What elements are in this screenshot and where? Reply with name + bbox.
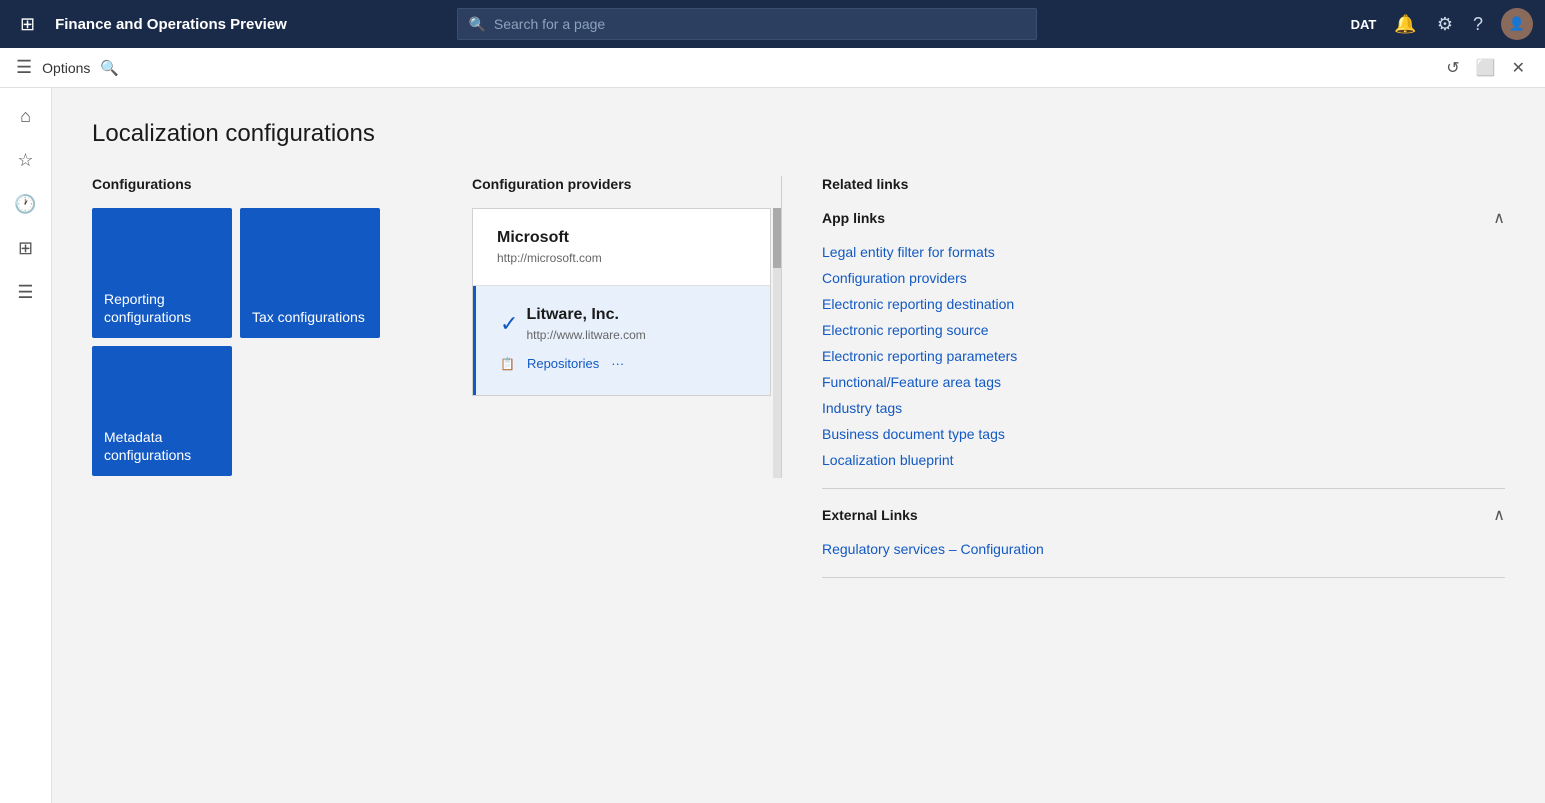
litware-active-row: ✓ Litware, Inc. http://www.litware.com xyxy=(500,306,746,342)
content-area: Localization configurations Configuratio… xyxy=(52,88,1545,803)
provider-microsoft[interactable]: Microsoft http://microsoft.com xyxy=(473,209,770,286)
app-links-list: Legal entity filter for formats Configur… xyxy=(822,240,1505,472)
tile-reporting-configurations[interactable]: Reporting configurations xyxy=(92,208,232,338)
related-links-column: Related links App links ∧ Legal entity f… xyxy=(822,176,1505,594)
sidebar: ⌂ ☆ 🕐 ⊞ ☰ xyxy=(0,88,52,803)
tiles-grid: Reporting configurations Tax configurati… xyxy=(92,208,472,476)
sidebar-workspaces[interactable]: ⊞ xyxy=(6,228,46,268)
apps-icon[interactable]: ⊞ xyxy=(12,10,43,39)
tile-metadata-configurations[interactable]: Metadata configurations xyxy=(92,346,232,476)
external-links-collapse-icon[interactable]: ∧ xyxy=(1493,505,1505,525)
app-links-label: App links xyxy=(822,210,885,226)
link-electronic-reporting-source[interactable]: Electronic reporting source xyxy=(822,318,1505,342)
notifications-icon[interactable]: 🔔 xyxy=(1392,12,1418,37)
avatar[interactable]: 👤 xyxy=(1501,8,1533,40)
tile-tax-configurations[interactable]: Tax configurations xyxy=(240,208,380,338)
link-electronic-reporting-destination[interactable]: Electronic reporting destination xyxy=(822,292,1505,316)
external-links-label: External Links xyxy=(822,507,918,523)
external-links-header: External Links ∧ xyxy=(822,505,1505,525)
settings-icon[interactable]: ⚙ xyxy=(1435,12,1455,37)
maximize-button[interactable]: ⬜ xyxy=(1472,56,1500,80)
help-icon[interactable]: ? xyxy=(1471,12,1485,37)
provider-litware-url: http://www.litware.com xyxy=(526,328,645,342)
link-regulatory-services[interactable]: Regulatory services – Configuration xyxy=(822,537,1505,561)
provider-litware-name: Litware, Inc. xyxy=(526,306,645,324)
providers-list: Microsoft http://microsoft.com ✓ Litware… xyxy=(472,208,771,396)
related-links-title: Related links xyxy=(822,176,1505,192)
provider-microsoft-url: http://microsoft.com xyxy=(497,251,746,265)
options-bar: ☰ Options 🔍 ↺ ⬜ ✕ xyxy=(0,48,1545,88)
divider xyxy=(822,488,1505,489)
link-localization-blueprint[interactable]: Localization blueprint xyxy=(822,448,1505,472)
repositories-icon: 📋 xyxy=(500,357,515,371)
window-controls: ↺ ⬜ ✕ xyxy=(1442,56,1529,80)
link-industry-tags[interactable]: Industry tags xyxy=(822,396,1505,420)
hamburger-icon[interactable]: ☰ xyxy=(16,57,32,78)
link-functional-feature-area-tags[interactable]: Functional/Feature area tags xyxy=(822,370,1505,394)
reload-button[interactable]: ↺ xyxy=(1442,56,1463,80)
link-configuration-providers[interactable]: Configuration providers xyxy=(822,266,1505,290)
sidebar-favorites[interactable]: ☆ xyxy=(6,140,46,180)
active-checkmark-icon: ✓ xyxy=(500,311,518,337)
link-business-document-type-tags[interactable]: Business document type tags xyxy=(822,422,1505,446)
configurations-section-title: Configurations xyxy=(92,176,472,192)
external-links-bottom-divider xyxy=(822,577,1505,578)
page-title: Localization configurations xyxy=(92,120,1505,148)
dat-label: DAT xyxy=(1351,17,1377,32)
content-columns: Configurations Reporting configurations … xyxy=(92,176,1505,594)
link-legal-entity-filter[interactable]: Legal entity filter for formats xyxy=(822,240,1505,264)
main-layout: ⌂ ☆ 🕐 ⊞ ☰ Localization configurations Co… xyxy=(0,88,1545,803)
configurations-column: Configurations Reporting configurations … xyxy=(92,176,472,476)
provider-microsoft-name: Microsoft xyxy=(497,229,746,247)
app-links-collapse-icon[interactable]: ∧ xyxy=(1493,208,1505,228)
app-links-header: App links ∧ xyxy=(822,208,1505,228)
external-links-list: Regulatory services – Configuration xyxy=(822,537,1505,561)
app-title: Finance and Operations Preview xyxy=(55,16,287,33)
sidebar-modules[interactable]: ☰ xyxy=(6,272,46,312)
providers-column: Configuration providers Microsoft http:/… xyxy=(472,176,782,478)
close-button[interactable]: ✕ xyxy=(1508,56,1529,80)
top-navigation: ⊞ Finance and Operations Preview 🔍 DAT 🔔… xyxy=(0,0,1545,48)
more-actions-link[interactable]: ··· xyxy=(611,352,624,375)
sidebar-home[interactable]: ⌂ xyxy=(6,96,46,136)
link-electronic-reporting-parameters[interactable]: Electronic reporting parameters xyxy=(822,344,1505,368)
sidebar-recent[interactable]: 🕐 xyxy=(6,184,46,224)
options-search-icon[interactable]: 🔍 xyxy=(100,59,119,77)
options-label: Options xyxy=(42,60,90,76)
nav-right: DAT 🔔 ⚙ ? 👤 xyxy=(1351,8,1533,40)
provider-litware[interactable]: ✓ Litware, Inc. http://www.litware.com 📋… xyxy=(473,286,770,395)
providers-section-title: Configuration providers xyxy=(472,176,781,192)
search-input[interactable] xyxy=(494,16,1027,32)
scrollbar-thumb xyxy=(773,208,781,268)
repositories-link[interactable]: Repositories xyxy=(527,352,599,375)
providers-scrollbar[interactable] xyxy=(773,208,781,478)
search-icon: 🔍 xyxy=(468,16,485,33)
provider-litware-actions: 📋 Repositories ··· xyxy=(500,352,746,375)
search-bar: 🔍 xyxy=(457,8,1037,40)
